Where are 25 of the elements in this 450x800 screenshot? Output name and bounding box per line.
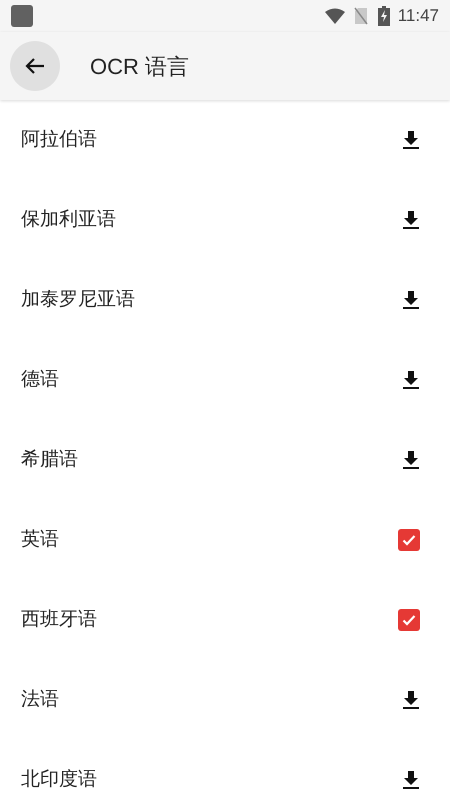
language-item[interactable]: 保加利亚语 [0,180,450,260]
language-item[interactable]: 西班牙语 [0,580,450,660]
language-item[interactable]: 北印度语 [0,740,450,800]
app-icon [11,5,33,27]
language-item[interactable]: 法语 [0,660,450,740]
checkbox[interactable] [398,609,420,631]
language-item[interactable]: 阿拉伯语 [0,100,450,180]
download-icon[interactable] [402,130,420,150]
battery-charging-icon [378,6,390,26]
checkbox[interactable] [398,529,420,551]
language-item[interactable]: 德语 [0,340,450,420]
download-icon[interactable] [402,450,420,470]
download-icon[interactable] [402,210,420,230]
page-title: OCR 语言 [90,52,189,80]
language-item[interactable]: 希腊语 [0,420,450,500]
no-sim-icon [354,7,368,25]
download-icon[interactable] [402,370,420,390]
clock-time: 11:47 [398,5,439,28]
download-icon[interactable] [402,290,420,310]
language-item[interactable]: 加泰罗尼亚语 [0,260,450,340]
language-item[interactable]: 英语 [0,500,450,580]
download-icon[interactable] [402,690,420,710]
back-button[interactable] [10,41,60,91]
wifi-icon [324,8,346,24]
download-icon[interactable] [402,770,420,790]
